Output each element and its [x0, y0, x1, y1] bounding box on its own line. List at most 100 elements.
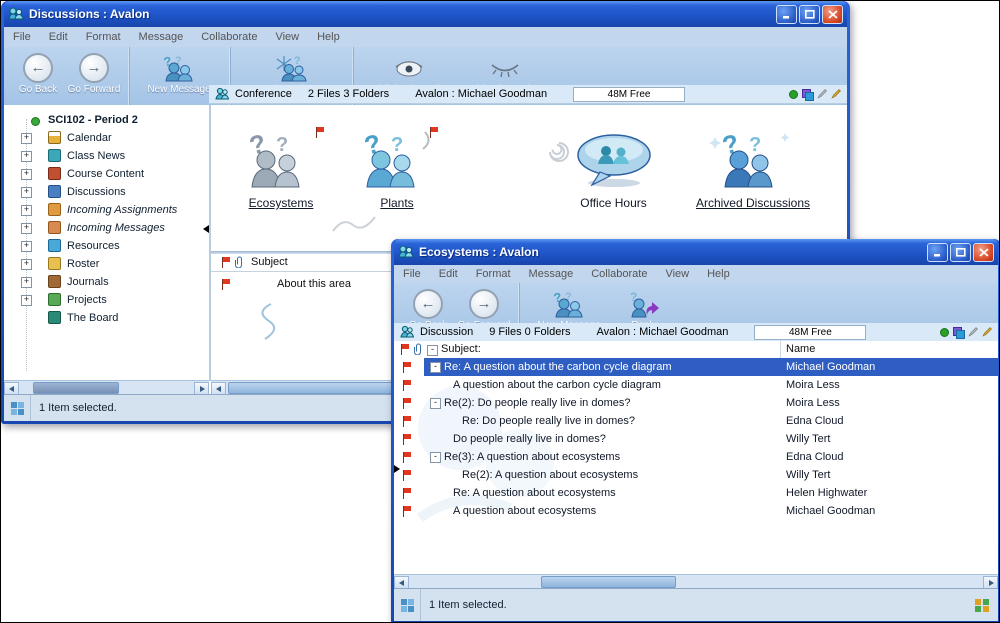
scroll-left-button[interactable]: [394, 576, 409, 589]
message-subject: Re(3): A question about ecosystems: [444, 448, 620, 466]
message-row[interactable]: Re(3): A question about ecosystems Edna …: [394, 448, 998, 466]
view-grid-icon[interactable]: [10, 401, 25, 416]
presence-dot-icon[interactable]: [940, 328, 949, 337]
message-subject: Re: A question about the carbon cycle di…: [444, 358, 671, 376]
message-row[interactable]: Re(2): Do people really live in domes? M…: [394, 394, 998, 412]
tree-item[interactable]: Resources: [4, 237, 209, 255]
flag-column-icon[interactable]: [400, 344, 410, 355]
pencil-icon[interactable]: [817, 89, 827, 99]
collapse-all-icon[interactable]: [427, 345, 438, 356]
flag-column-icon[interactable]: [221, 257, 231, 268]
menu-item[interactable]: File: [4, 31, 40, 43]
message-row[interactable]: Re(2): A question about ecosystems Willy…: [394, 466, 998, 484]
tree-item[interactable]: Journals: [4, 273, 209, 291]
pencil-icon[interactable]: [968, 327, 978, 337]
tree-item[interactable]: Roster: [4, 255, 209, 273]
scrollbar-thumb[interactable]: [541, 576, 676, 588]
close-button[interactable]: [822, 5, 843, 24]
scroll-right-button[interactable]: [194, 382, 209, 395]
tree-item[interactable]: Incoming Messages: [4, 219, 209, 237]
menu-item[interactable]: Edit: [40, 31, 77, 43]
scrollbar-thumb[interactable]: [228, 382, 396, 394]
tree-item[interactable]: Calendar: [4, 129, 209, 147]
layers-icon[interactable]: [802, 89, 813, 99]
conference-item-office-hours[interactable]: Office Hours: [556, 131, 671, 210]
title-bar[interactable]: Discussions : Avalon: [4, 1, 847, 27]
expand-plus-icon[interactable]: [21, 277, 32, 288]
menu-item[interactable]: Help: [698, 268, 739, 280]
menu-item[interactable]: Message: [130, 31, 193, 43]
presence-dot-icon[interactable]: [789, 90, 798, 99]
expand-plus-icon[interactable]: [21, 169, 32, 180]
scroll-left-button[interactable]: [4, 382, 19, 395]
menu-item[interactable]: Collaborate: [192, 31, 266, 43]
message-subject: Re: Do people really live in domes?: [462, 412, 635, 430]
item-counts: 9 Files 0 Folders: [489, 326, 570, 338]
tree-item[interactable]: Incoming Assignments: [4, 201, 209, 219]
tree-item[interactable]: Course Content: [4, 165, 209, 183]
expand-plus-icon[interactable]: [21, 223, 32, 234]
message-row[interactable]: A question about the carbon cycle diagra…: [394, 376, 998, 394]
tree-item[interactable]: Discussions: [4, 183, 209, 201]
menu-item[interactable]: Collaborate: [582, 268, 656, 280]
menu-item[interactable]: Edit: [430, 268, 467, 280]
layout-grid-icon[interactable]: [974, 598, 990, 613]
scroll-right-button[interactable]: [983, 576, 998, 589]
gold-pencil-icon[interactable]: [982, 327, 992, 337]
discussion-icon: [400, 325, 414, 339]
expand-plus-icon[interactable]: [21, 241, 32, 252]
minimize-button[interactable]: [927, 243, 948, 262]
name-column-header[interactable]: Name: [786, 341, 815, 358]
tree-horizontal-scrollbar[interactable]: [4, 380, 209, 395]
tree-item[interactable]: The Board: [4, 309, 209, 327]
splitter-collapse-arrow[interactable]: [203, 225, 209, 233]
message-row[interactable]: Re: A question about the carbon cycle di…: [394, 358, 998, 376]
collapse-toggle[interactable]: [430, 452, 441, 463]
menu-item[interactable]: View: [266, 31, 308, 43]
close-button[interactable]: [973, 243, 994, 262]
tree-item[interactable]: Projects: [4, 291, 209, 309]
paperclip-column-icon[interactable]: [235, 256, 244, 274]
subject-column-header[interactable]: Subject:: [441, 341, 481, 358]
message-row[interactable]: A question about ecosystems Michael Good…: [394, 502, 998, 520]
tree-item[interactable]: Class News: [4, 147, 209, 165]
tree-item-icon: [48, 131, 61, 144]
conference-item-plants[interactable]: ?? Plants: [349, 131, 445, 210]
go-back-button[interactable]: ← Go Back: [10, 47, 66, 105]
message-author: Helen Highwater: [786, 484, 867, 502]
scroll-left-button[interactable]: [211, 382, 226, 395]
message-row[interactable]: Do people really live in domes? Willy Te…: [394, 430, 998, 448]
menu-item[interactable]: File: [394, 268, 430, 280]
conference-item-archived-discussions[interactable]: ?? Archived Discussions: [683, 131, 823, 210]
gold-pencil-icon[interactable]: [831, 89, 841, 99]
collapse-toggle[interactable]: [430, 362, 441, 373]
maximize-button[interactable]: [799, 5, 820, 24]
collapse-toggle[interactable]: [430, 398, 441, 409]
scrollbar-thumb[interactable]: [33, 382, 119, 394]
expand-plus-icon[interactable]: [21, 259, 32, 270]
layers-icon[interactable]: [953, 327, 964, 337]
expand-plus-icon[interactable]: [21, 205, 32, 216]
expand-plus-icon[interactable]: [21, 151, 32, 162]
menu-item[interactable]: Help: [308, 31, 349, 43]
menu-item[interactable]: View: [656, 268, 698, 280]
expand-plus-icon[interactable]: [21, 133, 32, 144]
splitter-collapse-arrow[interactable]: [394, 465, 400, 473]
expand-plus-icon[interactable]: [21, 295, 32, 306]
view-grid-icon[interactable]: [400, 598, 415, 613]
message-row[interactable]: Re: Do people really live in domes? Edna…: [394, 412, 998, 430]
expand-plus-icon[interactable]: [21, 187, 32, 198]
conference-item-ecosystems[interactable]: ?? Ecosystems: [231, 131, 331, 210]
menu-item[interactable]: Message: [520, 268, 583, 280]
flag-icon: [402, 380, 412, 391]
subject-column-header[interactable]: Subject: [251, 254, 288, 271]
maximize-button[interactable]: [950, 243, 971, 262]
menu-item[interactable]: Format: [77, 31, 130, 43]
go-forward-button[interactable]: → Go Forward: [66, 47, 122, 105]
tree-root-item[interactable]: SCI102 - Period 2: [4, 111, 209, 129]
message-row[interactable]: Re: A question about ecosystems Helen Hi…: [394, 484, 998, 502]
menu-item[interactable]: Format: [467, 268, 520, 280]
title-bar[interactable]: Ecosystems : Avalon: [394, 239, 998, 265]
minimize-button[interactable]: [776, 5, 797, 24]
list-horizontal-scrollbar[interactable]: [394, 574, 998, 589]
